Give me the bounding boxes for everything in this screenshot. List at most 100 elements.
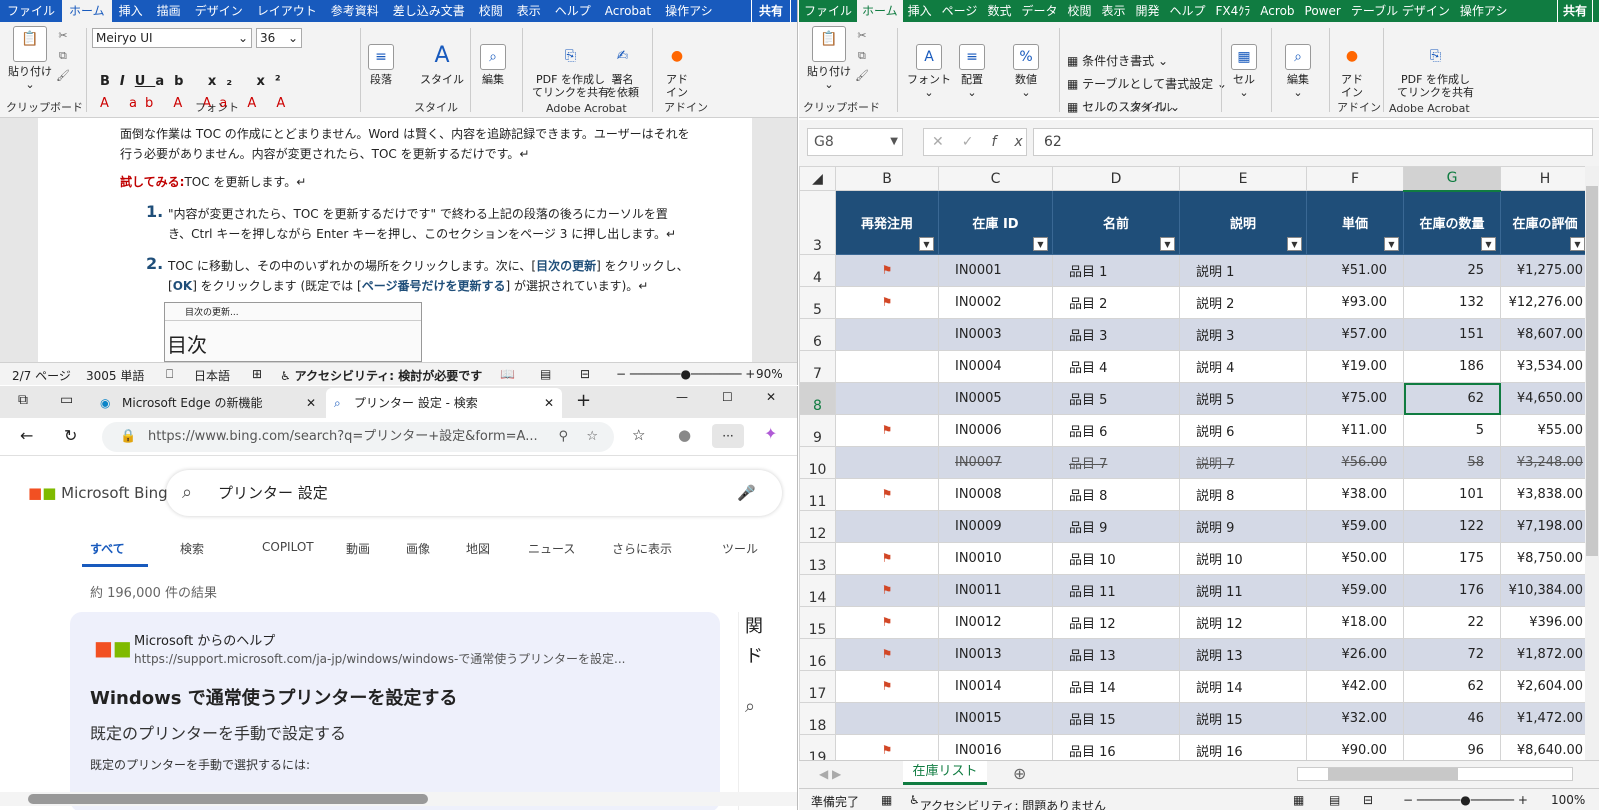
cell-name[interactable]: 品目 5: [1052, 382, 1180, 415]
cell-id[interactable]: IN0010: [938, 542, 1053, 575]
cell-id[interactable]: IN0007: [938, 446, 1053, 479]
cell-qty[interactable]: 46: [1403, 702, 1501, 735]
reorder-flag-cell[interactable]: ⚑: [835, 638, 939, 671]
cell-qty[interactable]: 62: [1403, 670, 1501, 703]
cell-price[interactable]: ¥11.00: [1306, 414, 1404, 447]
word-tab[interactable]: 操作アシ: [658, 0, 720, 22]
word-tab[interactable]: デザイン: [188, 0, 250, 22]
table-header-cell[interactable]: 在庫の評価 ▼: [1500, 190, 1590, 255]
cell-name[interactable]: 品目 9: [1052, 510, 1180, 543]
microphone-icon[interactable]: 🎤: [737, 470, 756, 516]
zoom-slider[interactable]: − ──────●────── +: [1403, 793, 1528, 807]
table-header-cell[interactable]: 在庫 ID ▼: [938, 190, 1053, 255]
word-tab[interactable]: レイアウト: [250, 0, 324, 22]
cell-id[interactable]: IN0009: [938, 510, 1053, 543]
paste-button[interactable]: 📋 貼り付け ⌄: [807, 26, 851, 91]
minimize-button[interactable]: —: [676, 390, 688, 404]
pdf-share-button[interactable]: ⎘ PDF を作成し てリンクを共有: [1397, 44, 1474, 99]
column-header[interactable]: F: [1306, 166, 1404, 191]
prediction-icon[interactable]: ⊞: [252, 367, 262, 381]
cut-copy-icons[interactable]: ✂ ⧉ 🖌: [855, 26, 869, 86]
word-document[interactable]: 面倒な作業は TOC の作成にとどまりません。Word は賢く、内容を追跡記録で…: [0, 118, 797, 362]
cell-desc[interactable]: 説明 8: [1179, 478, 1307, 511]
bing-tab[interactable]: すべて: [90, 540, 125, 557]
cell-desc[interactable]: 説明 6: [1179, 414, 1307, 447]
help-card[interactable]: ■■ Microsoft からのヘルプ https://support.micr…: [70, 612, 720, 810]
cell-id[interactable]: IN0016: [938, 734, 1053, 760]
filter-dropdown-icon[interactable]: ▼: [1570, 237, 1585, 251]
word-tab[interactable]: 表示: [510, 0, 548, 22]
filter-dropdown-icon[interactable]: ▼: [1287, 237, 1302, 251]
cell-name[interactable]: 品目 4: [1052, 350, 1180, 383]
excel-tab[interactable]: 校閲: [1062, 0, 1096, 22]
excel-tab[interactable]: FX4ｸﾗ: [1211, 0, 1256, 22]
close-tab-icon[interactable]: ✕: [306, 388, 316, 418]
maximize-button[interactable]: ☐: [722, 390, 733, 404]
reorder-flag-cell[interactable]: [835, 702, 939, 735]
cell-val[interactable]: ¥3,248.00: [1500, 446, 1590, 479]
card-source[interactable]: Microsoft からのヘルプ: [134, 630, 275, 649]
cell-qty[interactable]: 175: [1403, 542, 1501, 575]
word-tab[interactable]: 校閲: [472, 0, 510, 22]
cell-qty[interactable]: 151: [1403, 318, 1501, 351]
row-header[interactable]: 18: [799, 702, 836, 735]
cell-val[interactable]: ¥396.00: [1500, 606, 1590, 639]
more-options-button[interactable]: ···: [712, 424, 744, 448]
sheet-nav-icons[interactable]: ◀ ▶: [819, 767, 841, 781]
cell-name[interactable]: 品目 15: [1052, 702, 1180, 735]
word-tab[interactable]: 差し込み文書: [386, 0, 472, 22]
cell-val[interactable]: ¥10,384.00: [1500, 574, 1590, 607]
cell-val[interactable]: ¥3,534.00: [1500, 350, 1590, 383]
profile-avatar[interactable]: ●: [678, 426, 691, 444]
cell-price[interactable]: ¥26.00: [1306, 638, 1404, 671]
cell-id[interactable]: IN0014: [938, 670, 1053, 703]
row-header[interactable]: 12: [799, 510, 836, 543]
cell-price[interactable]: ¥32.00: [1306, 702, 1404, 735]
font-button[interactable]: A フォント ⌄: [907, 44, 951, 99]
cell-price[interactable]: ¥51.00: [1306, 254, 1404, 287]
excel-tab[interactable]: テーブル デザイン: [1346, 0, 1455, 22]
refresh-button[interactable]: ↻: [64, 426, 77, 445]
cell-val[interactable]: ¥7,198.00: [1500, 510, 1590, 543]
excel-tab[interactable]: 挿入: [903, 0, 937, 22]
cell-qty[interactable]: 22: [1403, 606, 1501, 639]
paragraph-button[interactable]: ≡ 段落: [368, 44, 394, 86]
page-layout-icon[interactable]: ▤: [1329, 793, 1340, 807]
cell-id[interactable]: IN0012: [938, 606, 1053, 639]
cell-price[interactable]: ¥59.00: [1306, 574, 1404, 607]
cell-id[interactable]: IN0013: [938, 638, 1053, 671]
cell-id[interactable]: IN0002: [938, 286, 1053, 319]
cell-desc[interactable]: 説明 14: [1179, 670, 1307, 703]
worksheet-grid[interactable]: ◢ B C D E F G H 3 再発注用 ▼ 在庫 ID ▼ 名前 ▼ 説明 ▼ 単価 ▼ 在庫の数量 ▼ 在庫の評…: [799, 166, 1599, 760]
cell-qty[interactable]: 72: [1403, 638, 1501, 671]
card-url[interactable]: https://support.microsoft.com/ja-jp/wind…: [134, 650, 625, 667]
macro-icon[interactable]: ▦: [881, 793, 892, 807]
row-header[interactable]: 16: [799, 638, 836, 671]
filter-dropdown-icon[interactable]: ▼: [1384, 237, 1399, 251]
cell-val[interactable]: ¥1,472.00: [1500, 702, 1590, 735]
cell-val[interactable]: ¥3,838.00: [1500, 478, 1590, 511]
number-button[interactable]: % 数値 ⌄: [1013, 44, 1039, 99]
proofing-icon[interactable]: ⎕: [166, 367, 173, 382]
cell-id[interactable]: IN0015: [938, 702, 1053, 735]
cell-val[interactable]: ¥1,872.00: [1500, 638, 1590, 671]
cell-id[interactable]: IN0011: [938, 574, 1053, 607]
excel-tab[interactable]: Power: [1300, 0, 1346, 22]
sheet-tab-inventory[interactable]: 在庫リスト: [903, 761, 987, 785]
cell-desc[interactable]: 説明 12: [1179, 606, 1307, 639]
excel-tab[interactable]: Acrob: [1255, 0, 1299, 22]
reorder-flag-cell[interactable]: ⚑: [835, 606, 939, 639]
cell-id[interactable]: IN0004: [938, 350, 1053, 383]
url-input[interactable]: 🔒 https://www.bing.com/search?q=プリンター+設定&…: [102, 422, 614, 452]
table-header-cell[interactable]: 在庫の数量 ▼: [1403, 190, 1501, 255]
filter-dropdown-icon[interactable]: ▼: [919, 237, 934, 251]
table-header-cell[interactable]: 単価 ▼: [1306, 190, 1404, 255]
reorder-flag-cell[interactable]: [835, 446, 939, 479]
format-as-table-button[interactable]: ▦ テーブルとして書式設定 ⌄: [1067, 73, 1227, 96]
cell-val[interactable]: ¥8,750.00: [1500, 542, 1590, 575]
card-title[interactable]: Windows で通常使うプリンターを設定する: [90, 684, 457, 710]
cell-desc[interactable]: 説明 4: [1179, 350, 1307, 383]
word-tab[interactable]: ファイル: [0, 0, 62, 22]
bing-tab[interactable]: COPILOT: [262, 540, 314, 554]
cell-desc[interactable]: 説明 1: [1179, 254, 1307, 287]
